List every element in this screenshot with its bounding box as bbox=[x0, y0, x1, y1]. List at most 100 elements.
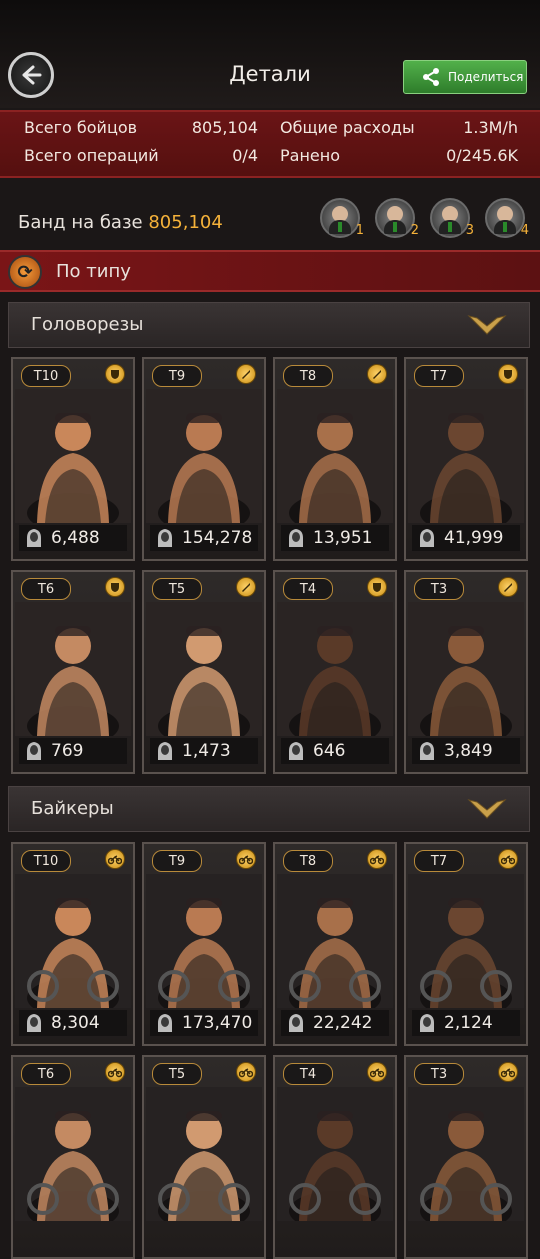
unit-card[interactable]: T10 8,304 bbox=[11, 842, 135, 1046]
knife-icon bbox=[236, 577, 256, 597]
tier-badge: T6 bbox=[21, 1063, 71, 1085]
squad-number: 4 bbox=[520, 223, 529, 238]
unit-card[interactable]: T3 3,849 bbox=[404, 570, 528, 774]
unit-card[interactable]: T7 41,999 bbox=[404, 357, 528, 561]
unit-portrait bbox=[408, 874, 524, 1018]
motorbike-icon bbox=[236, 1062, 256, 1082]
total-ops-label: Всего операций bbox=[24, 146, 159, 165]
shield-icon bbox=[105, 364, 125, 384]
unit-portrait bbox=[277, 602, 393, 746]
unit-card[interactable]: T4 646 bbox=[273, 570, 397, 774]
squad-avatar-2[interactable]: 2 bbox=[375, 198, 419, 238]
unit-count: 41,999 bbox=[444, 528, 504, 548]
total-ops-value: 0/4 bbox=[232, 146, 258, 165]
knife-icon bbox=[367, 364, 387, 384]
tier-badge: T8 bbox=[283, 850, 333, 872]
hooded-figure-icon bbox=[420, 529, 434, 547]
hooded-figure-icon bbox=[158, 529, 172, 547]
base-gang-label: Банд на базе bbox=[18, 212, 143, 233]
refresh-icon: ⟳ bbox=[8, 255, 42, 289]
hooded-figure-icon bbox=[289, 742, 303, 760]
unit-count-box: 646 bbox=[281, 738, 389, 764]
unit-portrait bbox=[15, 1087, 131, 1231]
expenses-label: Общие расходы bbox=[280, 118, 415, 137]
unit-card[interactable]: T8 13,951 bbox=[273, 357, 397, 561]
tier-badge: T9 bbox=[152, 365, 202, 387]
unit-count-box: 154,278 bbox=[150, 525, 258, 551]
unit-card[interactable]: T6 769 bbox=[11, 570, 135, 774]
hooded-figure-icon bbox=[158, 742, 172, 760]
unit-portrait bbox=[408, 389, 524, 533]
unit-count: 13,951 bbox=[313, 528, 373, 548]
hooded-figure-icon bbox=[420, 1014, 434, 1032]
unit-card[interactable]: T9 173,470 bbox=[142, 842, 266, 1046]
unit-card[interactable]: T3 bbox=[404, 1055, 528, 1259]
squad-avatar-1[interactable]: 1 bbox=[320, 198, 364, 238]
unit-portrait bbox=[15, 874, 131, 1018]
unit-count: 22,242 bbox=[313, 1013, 373, 1033]
tier-badge: T3 bbox=[414, 1063, 464, 1085]
tier-badge: T6 bbox=[21, 578, 71, 600]
unit-card[interactable]: T4 bbox=[273, 1055, 397, 1259]
unit-card[interactable]: T5 1,473 bbox=[142, 570, 266, 774]
unit-portrait bbox=[15, 602, 131, 746]
share-label: Поделиться bbox=[448, 70, 524, 84]
section-header-bikers[interactable]: Байкеры bbox=[8, 786, 530, 832]
unit-portrait bbox=[408, 1087, 524, 1231]
unit-count-box: 6,488 bbox=[19, 525, 127, 551]
tier-badge: T10 bbox=[21, 850, 71, 872]
squad-number: 1 bbox=[355, 223, 364, 238]
unit-portrait bbox=[277, 874, 393, 1018]
unit-portrait bbox=[146, 602, 262, 746]
hooded-figure-icon bbox=[27, 1014, 41, 1032]
chevron-down-icon bbox=[467, 799, 507, 819]
squad-number: 2 bbox=[410, 223, 419, 238]
unit-count-box: 22,242 bbox=[281, 1010, 389, 1036]
hooded-figure-icon bbox=[158, 1014, 172, 1032]
unit-count: 769 bbox=[51, 741, 84, 761]
shield-icon bbox=[367, 577, 387, 597]
unit-count: 8,304 bbox=[51, 1013, 100, 1033]
unit-count: 173,470 bbox=[182, 1013, 253, 1033]
unit-card[interactable]: T6 bbox=[11, 1055, 135, 1259]
unit-card[interactable]: T7 2,124 bbox=[404, 842, 528, 1046]
tier-badge: T10 bbox=[21, 365, 71, 387]
motorbike-icon bbox=[498, 1062, 518, 1082]
unit-count-box: 2,124 bbox=[412, 1010, 520, 1036]
unit-card[interactable]: T9 154,278 bbox=[142, 357, 266, 561]
motorbike-icon bbox=[236, 849, 256, 869]
expenses-value: 1.3M/h bbox=[463, 118, 518, 137]
squad-avatar-3[interactable]: 3 bbox=[430, 198, 474, 238]
knife-icon bbox=[236, 364, 256, 384]
top-bar: Детали Поделиться bbox=[0, 0, 540, 108]
unit-count-box: 173,470 bbox=[150, 1010, 258, 1036]
unit-count-box: 3,849 bbox=[412, 738, 520, 764]
stats-panel: Всего бойцов 805,104 Всего операций 0/4 … bbox=[0, 110, 540, 178]
chevron-down-icon bbox=[467, 315, 507, 335]
unit-portrait bbox=[146, 874, 262, 1018]
unit-card[interactable]: T5 bbox=[142, 1055, 266, 1259]
share-button[interactable]: Поделиться bbox=[403, 60, 527, 94]
unit-card[interactable]: T10 6,488 bbox=[11, 357, 135, 561]
unit-count-box: 1,473 bbox=[150, 738, 258, 764]
motorbike-icon bbox=[498, 849, 518, 869]
squad-avatar-4[interactable]: 4 bbox=[485, 198, 529, 238]
hooded-figure-icon bbox=[289, 529, 303, 547]
wounded-value: 0/245.6K bbox=[446, 146, 518, 165]
base-gang-value: 805,104 bbox=[148, 212, 223, 233]
sort-by-type-bar[interactable]: ⟳ По типу bbox=[0, 250, 540, 292]
knife-icon bbox=[498, 577, 518, 597]
tier-badge: T4 bbox=[283, 578, 333, 600]
unit-count: 2,124 bbox=[444, 1013, 493, 1033]
unit-count: 3,849 bbox=[444, 741, 493, 761]
hooded-figure-icon bbox=[420, 742, 434, 760]
unit-portrait bbox=[15, 389, 131, 533]
section-title: Головорезы bbox=[31, 314, 144, 335]
total-fighters-label: Всего бойцов bbox=[24, 118, 138, 137]
motorbike-icon bbox=[367, 849, 387, 869]
section-header-thugs[interactable]: Головорезы bbox=[8, 302, 530, 348]
unit-card[interactable]: T8 22,242 bbox=[273, 842, 397, 1046]
wounded-label: Ранено bbox=[280, 146, 341, 165]
tier-badge: T3 bbox=[414, 578, 464, 600]
unit-count-box: 13,951 bbox=[281, 525, 389, 551]
